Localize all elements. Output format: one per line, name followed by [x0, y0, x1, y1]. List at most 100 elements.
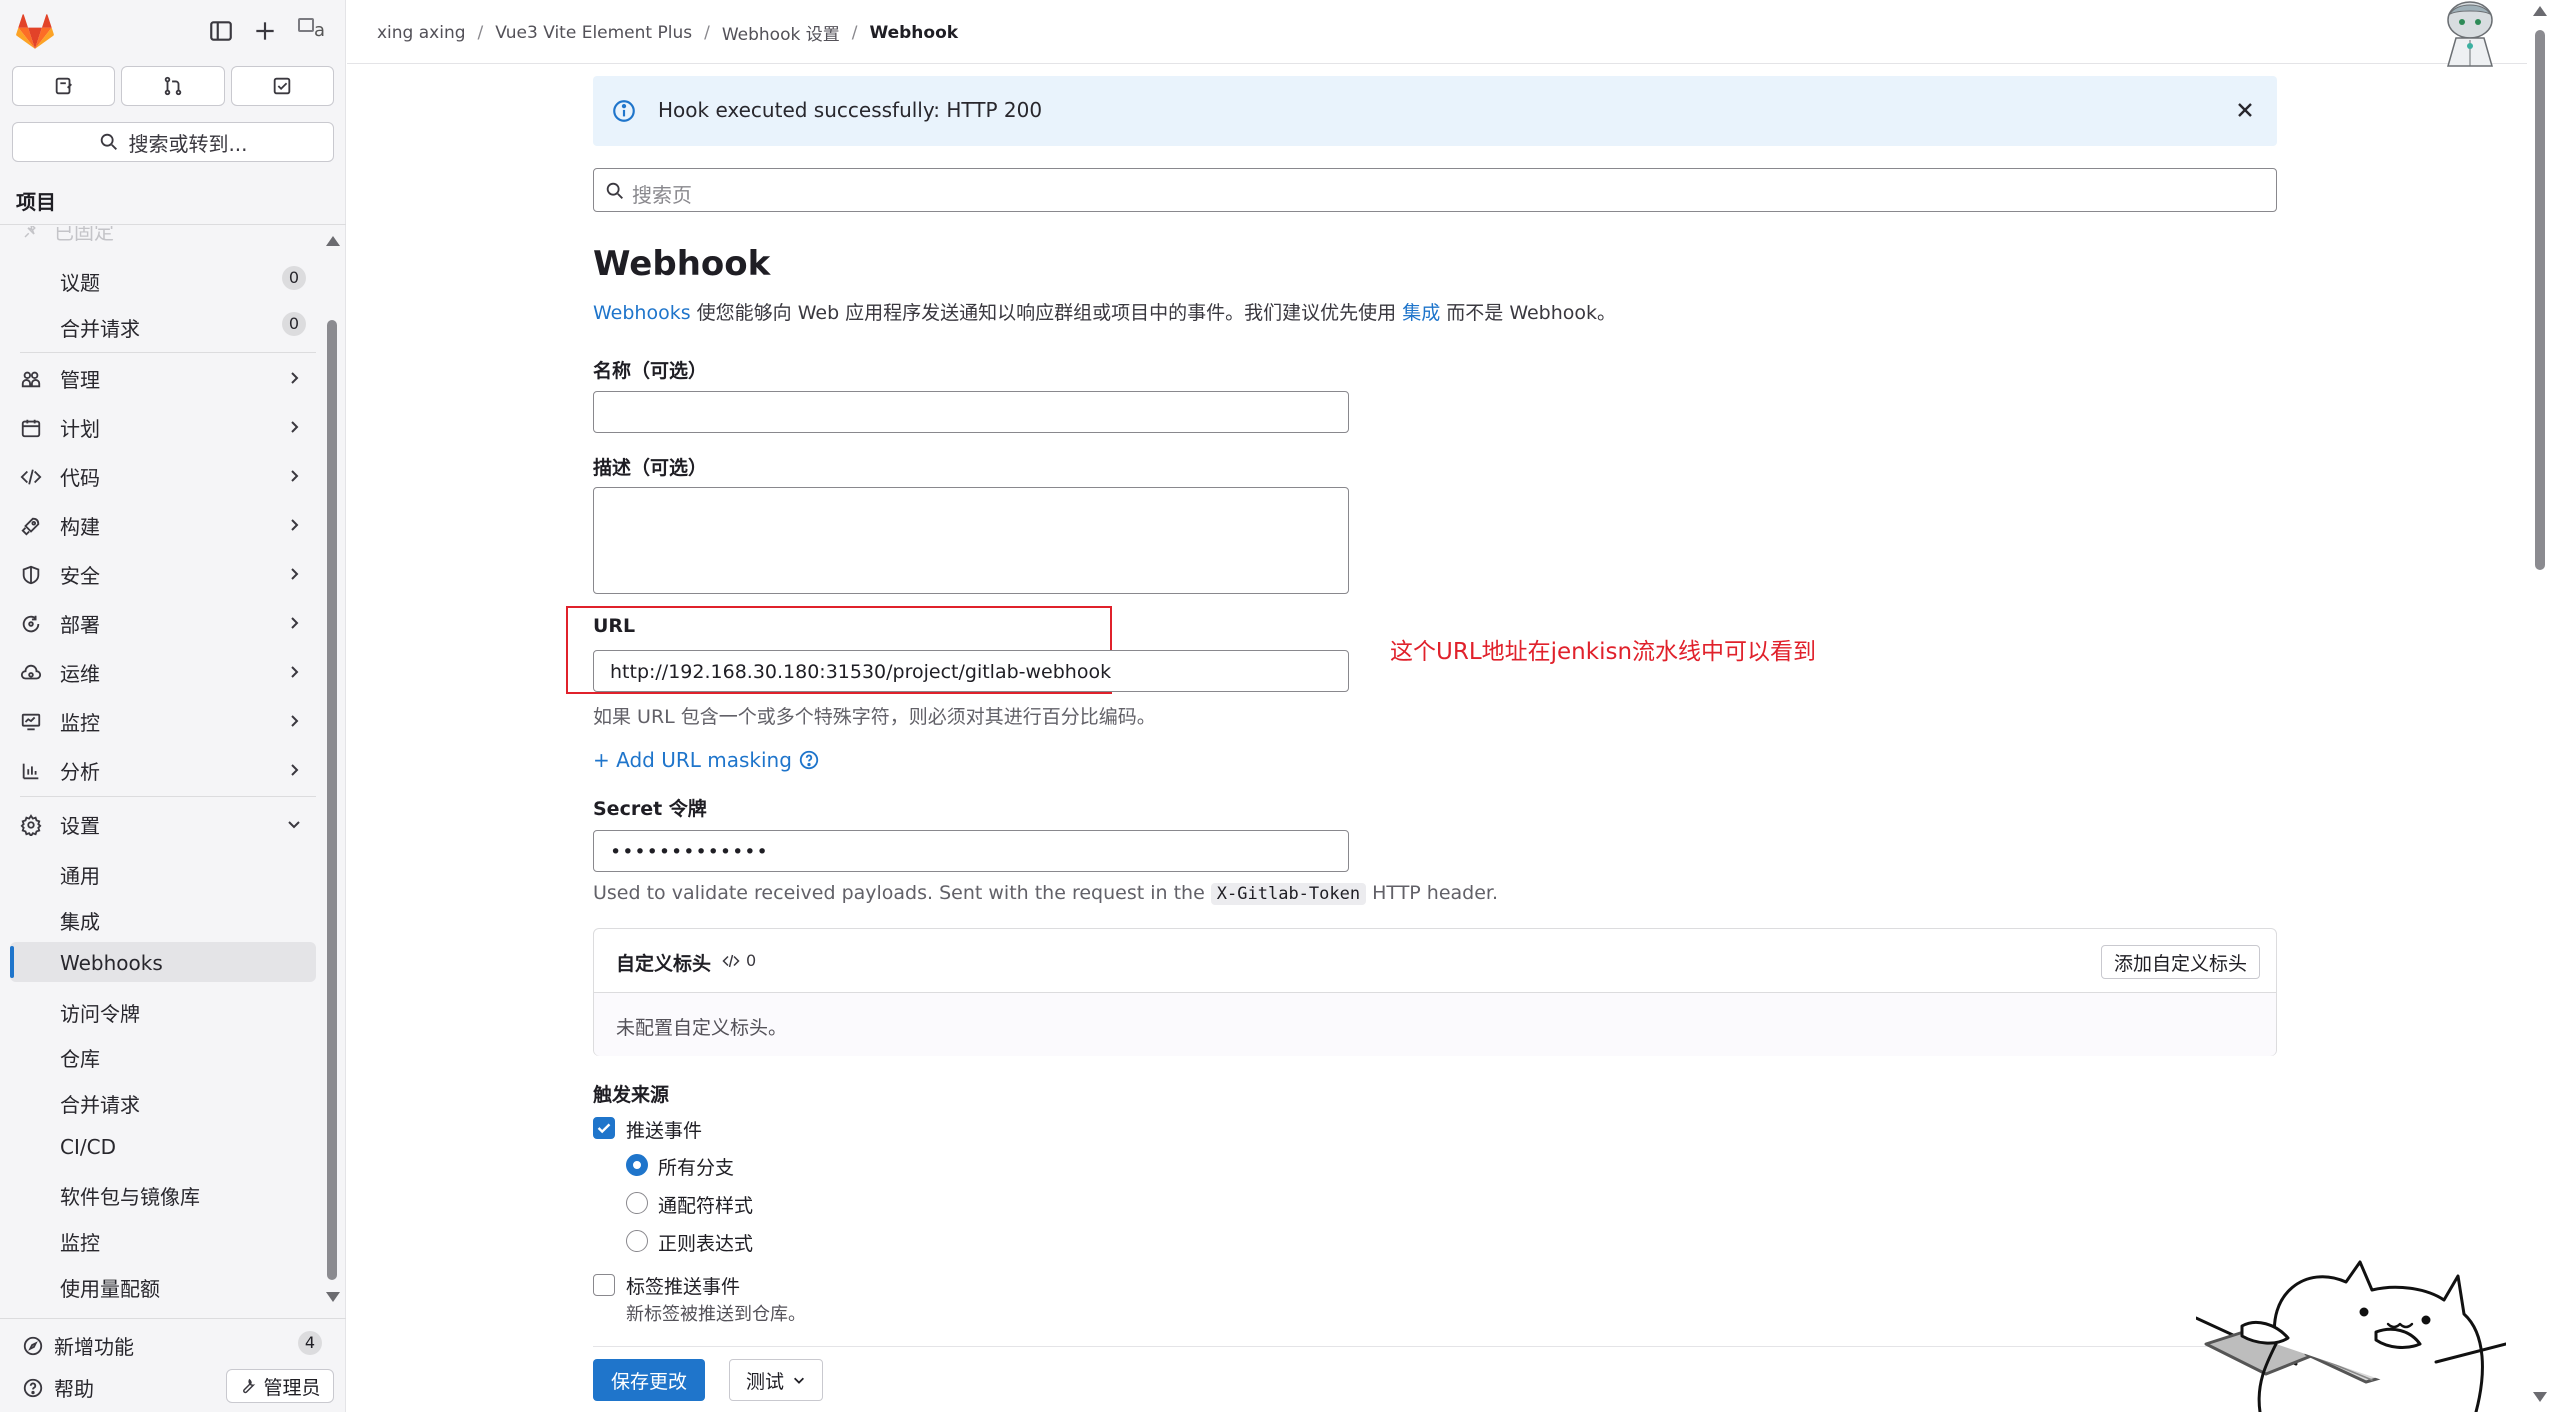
tag-push-events-checkbox[interactable]	[593, 1274, 615, 1296]
sidebar-item-manage[interactable]: 管理	[10, 358, 316, 398]
whats-new-button[interactable]: 新增功能	[22, 1331, 134, 1360]
name-field-label: 名称（可选）	[593, 360, 708, 382]
test-dropdown-label: 测试	[745, 1370, 784, 1393]
test-dropdown-button[interactable]: 测试	[729, 1359, 823, 1401]
sidebar-item-monitor[interactable]: 监控	[10, 701, 316, 741]
settings-item-usage-quotas[interactable]: 使用量配额	[10, 1264, 316, 1304]
settings-item-integrations[interactable]: 集成	[10, 897, 316, 937]
plus-icon[interactable]	[252, 18, 282, 48]
sidebar-item-label: 运维	[60, 661, 100, 686]
sidebar-item-plan[interactable]: 计划	[10, 407, 316, 447]
quick-actions	[12, 66, 334, 106]
avatar[interactable]: a	[298, 16, 334, 48]
settings-item-repository[interactable]: 仓库	[10, 1034, 316, 1074]
sidebar-item-security[interactable]: 安全	[10, 554, 316, 594]
settings-item-monitor[interactable]: 监控	[10, 1218, 316, 1258]
chevron-right-icon	[286, 517, 302, 533]
radio-all-branches-label: 所有分支	[658, 1157, 735, 1179]
sidebar-footer: 新增功能 4 帮助 管理员	[0, 1318, 346, 1412]
scroll-down-arrow-icon[interactable]	[326, 1292, 340, 1302]
rocket-icon	[20, 515, 42, 537]
issues-button[interactable]	[12, 66, 116, 106]
help-circle-icon[interactable]	[798, 749, 820, 771]
breadcrumb-current[interactable]: Webhook	[869, 23, 958, 43]
radio-wildcard-pattern-label: 通配符样式	[658, 1195, 754, 1217]
settings-item-merge-requests[interactable]: 合并请求	[10, 1080, 316, 1120]
chevron-down-icon	[286, 816, 302, 832]
url-input[interactable]: http://192.168.30.180:31530/project/gitl…	[593, 650, 1349, 692]
radio-all-branches[interactable]	[626, 1154, 648, 1176]
name-input[interactable]	[593, 391, 1349, 433]
sidebar-scrollbar[interactable]	[326, 236, 340, 1306]
settings-item-access-tokens[interactable]: 访问令牌	[10, 989, 316, 1029]
integrations-link[interactable]: 集成	[1402, 302, 1440, 324]
sidebar-item-operate[interactable]: 运维	[10, 652, 316, 692]
breadcrumb-item[interactable]: xing axing	[377, 23, 466, 43]
breadcrumb-item[interactable]: Webhook 设置	[722, 20, 840, 45]
pinned-item-issues[interactable]: 议题 0	[10, 258, 316, 298]
custom-headers-empty-text: 未配置自定义标头。	[616, 1017, 788, 1039]
admin-label: 管理员	[263, 1376, 321, 1399]
shield-icon	[20, 564, 42, 586]
sidebar-item-label: 监控	[60, 710, 100, 735]
page-search-placeholder: 搜索页	[632, 183, 692, 207]
page-scrollbar[interactable]	[2531, 0, 2549, 1412]
secret-help-pre: Used to validate received payloads. Sent…	[593, 882, 1211, 904]
admin-area-button[interactable]: 管理员	[226, 1369, 334, 1403]
scroll-down-arrow-icon[interactable]	[2533, 1392, 2547, 1402]
sidebar-item-build[interactable]: 构建	[10, 505, 316, 545]
description-textarea[interactable]	[593, 487, 1349, 594]
settings-item-webhooks[interactable]: Webhooks	[10, 942, 316, 982]
toggle-sidebar-icon[interactable]	[208, 18, 238, 48]
custom-headers-title: 自定义标头	[616, 953, 712, 975]
sidebar-item-code[interactable]: 代码	[10, 456, 316, 496]
merge-requests-button[interactable]	[121, 66, 225, 106]
add-custom-header-button[interactable]: 添加自定义标头	[2100, 945, 2260, 979]
calendar-icon	[20, 417, 42, 439]
url-field-label: URL	[593, 615, 636, 637]
custom-headers-count: 0	[722, 951, 756, 970]
secret-token-input[interactable]: •••••••••••••	[593, 830, 1349, 872]
pinned-section-header[interactable]: 已固定	[22, 226, 114, 245]
sidebar: a 搜索或转到... 项目 已固定 议题 0 合并请求 0 管理 计划 代码 构…	[0, 0, 346, 1412]
help-label: 帮助	[54, 1377, 94, 1401]
save-changes-button[interactable]: 保存更改	[593, 1359, 706, 1401]
push-events-checkbox[interactable]	[593, 1117, 615, 1139]
sidebar-scrollbar-thumb[interactable]	[327, 320, 337, 1280]
breadcrumb-separator: /	[477, 22, 484, 43]
sidebar-item-settings[interactable]: 设置	[10, 804, 316, 844]
count-badge: 0	[282, 266, 306, 290]
alert-message: Hook executed successfully: HTTP 200	[658, 98, 1043, 122]
todos-button[interactable]	[230, 66, 334, 106]
help-button[interactable]: 帮助	[22, 1373, 94, 1402]
sidebar-item-analyze[interactable]: 分析	[10, 750, 316, 790]
scroll-up-arrow-icon[interactable]	[2533, 6, 2547, 16]
sidebar-item-label: 管理	[60, 367, 100, 392]
secret-help-text: Used to validate received payloads. Sent…	[593, 882, 1498, 905]
settings-item-general[interactable]: 通用	[10, 851, 316, 891]
deployments-icon	[20, 613, 42, 635]
sidebar-item-deploy[interactable]: 部署	[10, 603, 316, 643]
settings-item-cicd[interactable]: CI/CD	[10, 1126, 316, 1166]
scroll-up-arrow-icon[interactable]	[326, 236, 340, 246]
page-search-input[interactable]: 搜索页	[593, 168, 2277, 212]
radio-wildcard-pattern[interactable]	[626, 1192, 648, 1214]
sidebar-item-label: 代码	[60, 465, 100, 490]
settings-item-packages-registries[interactable]: 软件包与镜像库	[10, 1172, 316, 1212]
custom-headers-body: 未配置自定义标头。	[594, 993, 2276, 1056]
sidebar-search-button[interactable]: 搜索或转到...	[12, 122, 334, 162]
description-field-label: 描述（可选）	[593, 457, 708, 479]
settings-item-label: 集成	[60, 910, 100, 934]
pinned-item-merge-requests[interactable]: 合并请求 0	[10, 304, 316, 344]
gitlab-logo-icon[interactable]	[16, 14, 54, 50]
add-url-masking-link[interactable]: + Add URL masking	[593, 748, 820, 772]
page-scrollbar-thumb[interactable]	[2535, 30, 2545, 570]
desktop-mascot-image	[2430, 0, 2510, 70]
success-alert: Hook executed successfully: HTTP 200	[593, 76, 2277, 146]
close-icon[interactable]	[2233, 98, 2259, 124]
page-title: Webhook	[593, 244, 771, 284]
webhooks-docs-link[interactable]: Webhooks	[593, 302, 691, 324]
check-icon	[597, 1123, 611, 1134]
radio-regex[interactable]	[626, 1230, 648, 1252]
breadcrumb-item[interactable]: Vue3 Vite Element Plus	[495, 23, 692, 43]
